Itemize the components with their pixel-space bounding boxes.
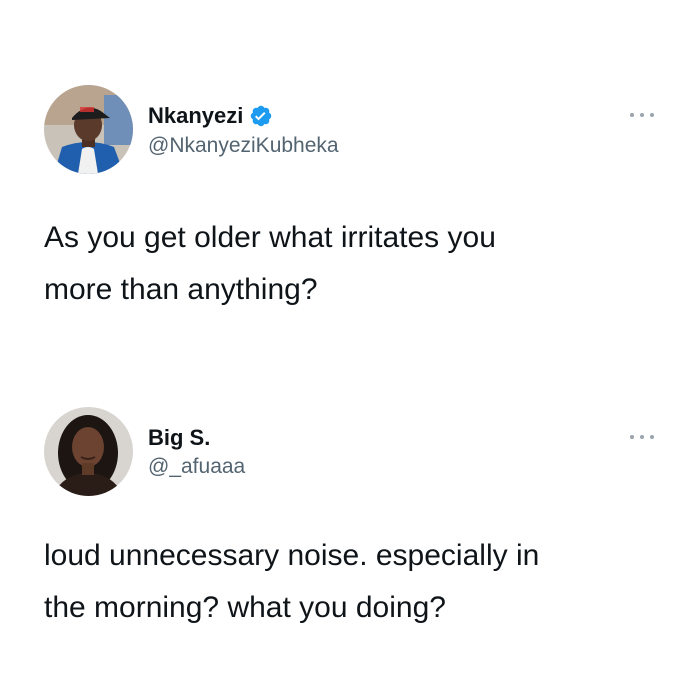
tweet-original: Nkanyezi @NkanyeziKubheka As you get old… (0, 0, 700, 350)
tweet-text-line: more than anything? (44, 273, 318, 306)
author-display-name[interactable]: Nkanyezi (148, 103, 243, 129)
author-handle[interactable]: @NkanyeziKubheka (148, 133, 339, 159)
tweet-reply: Big S. @_afuaaa loud unnecessary noise. … (0, 350, 700, 700)
more-options-icon[interactable] (630, 110, 654, 120)
tweet-text-line: the morning? what you doing? (44, 591, 446, 624)
author-avatar[interactable] (44, 85, 133, 174)
tweet-text-line: loud unnecessary noise. especially in (44, 539, 540, 572)
tweet-text: loud unnecessary noise. especially in th… (44, 530, 644, 634)
author-avatar[interactable] (44, 407, 133, 496)
tweet-text-line: As you get older what irritates you (44, 221, 496, 254)
avatar-image (44, 407, 133, 496)
author-display-name[interactable]: Big S. (148, 425, 210, 451)
verified-badge-icon (249, 104, 273, 128)
tweet-text: As you get older what irritates you more… (44, 212, 644, 316)
more-options-icon[interactable] (630, 432, 654, 442)
author-handle[interactable]: @_afuaaa (148, 454, 245, 480)
author-name-row: Big S. (148, 425, 210, 451)
author-name-row: Nkanyezi (148, 103, 273, 129)
avatar-image (44, 85, 133, 174)
